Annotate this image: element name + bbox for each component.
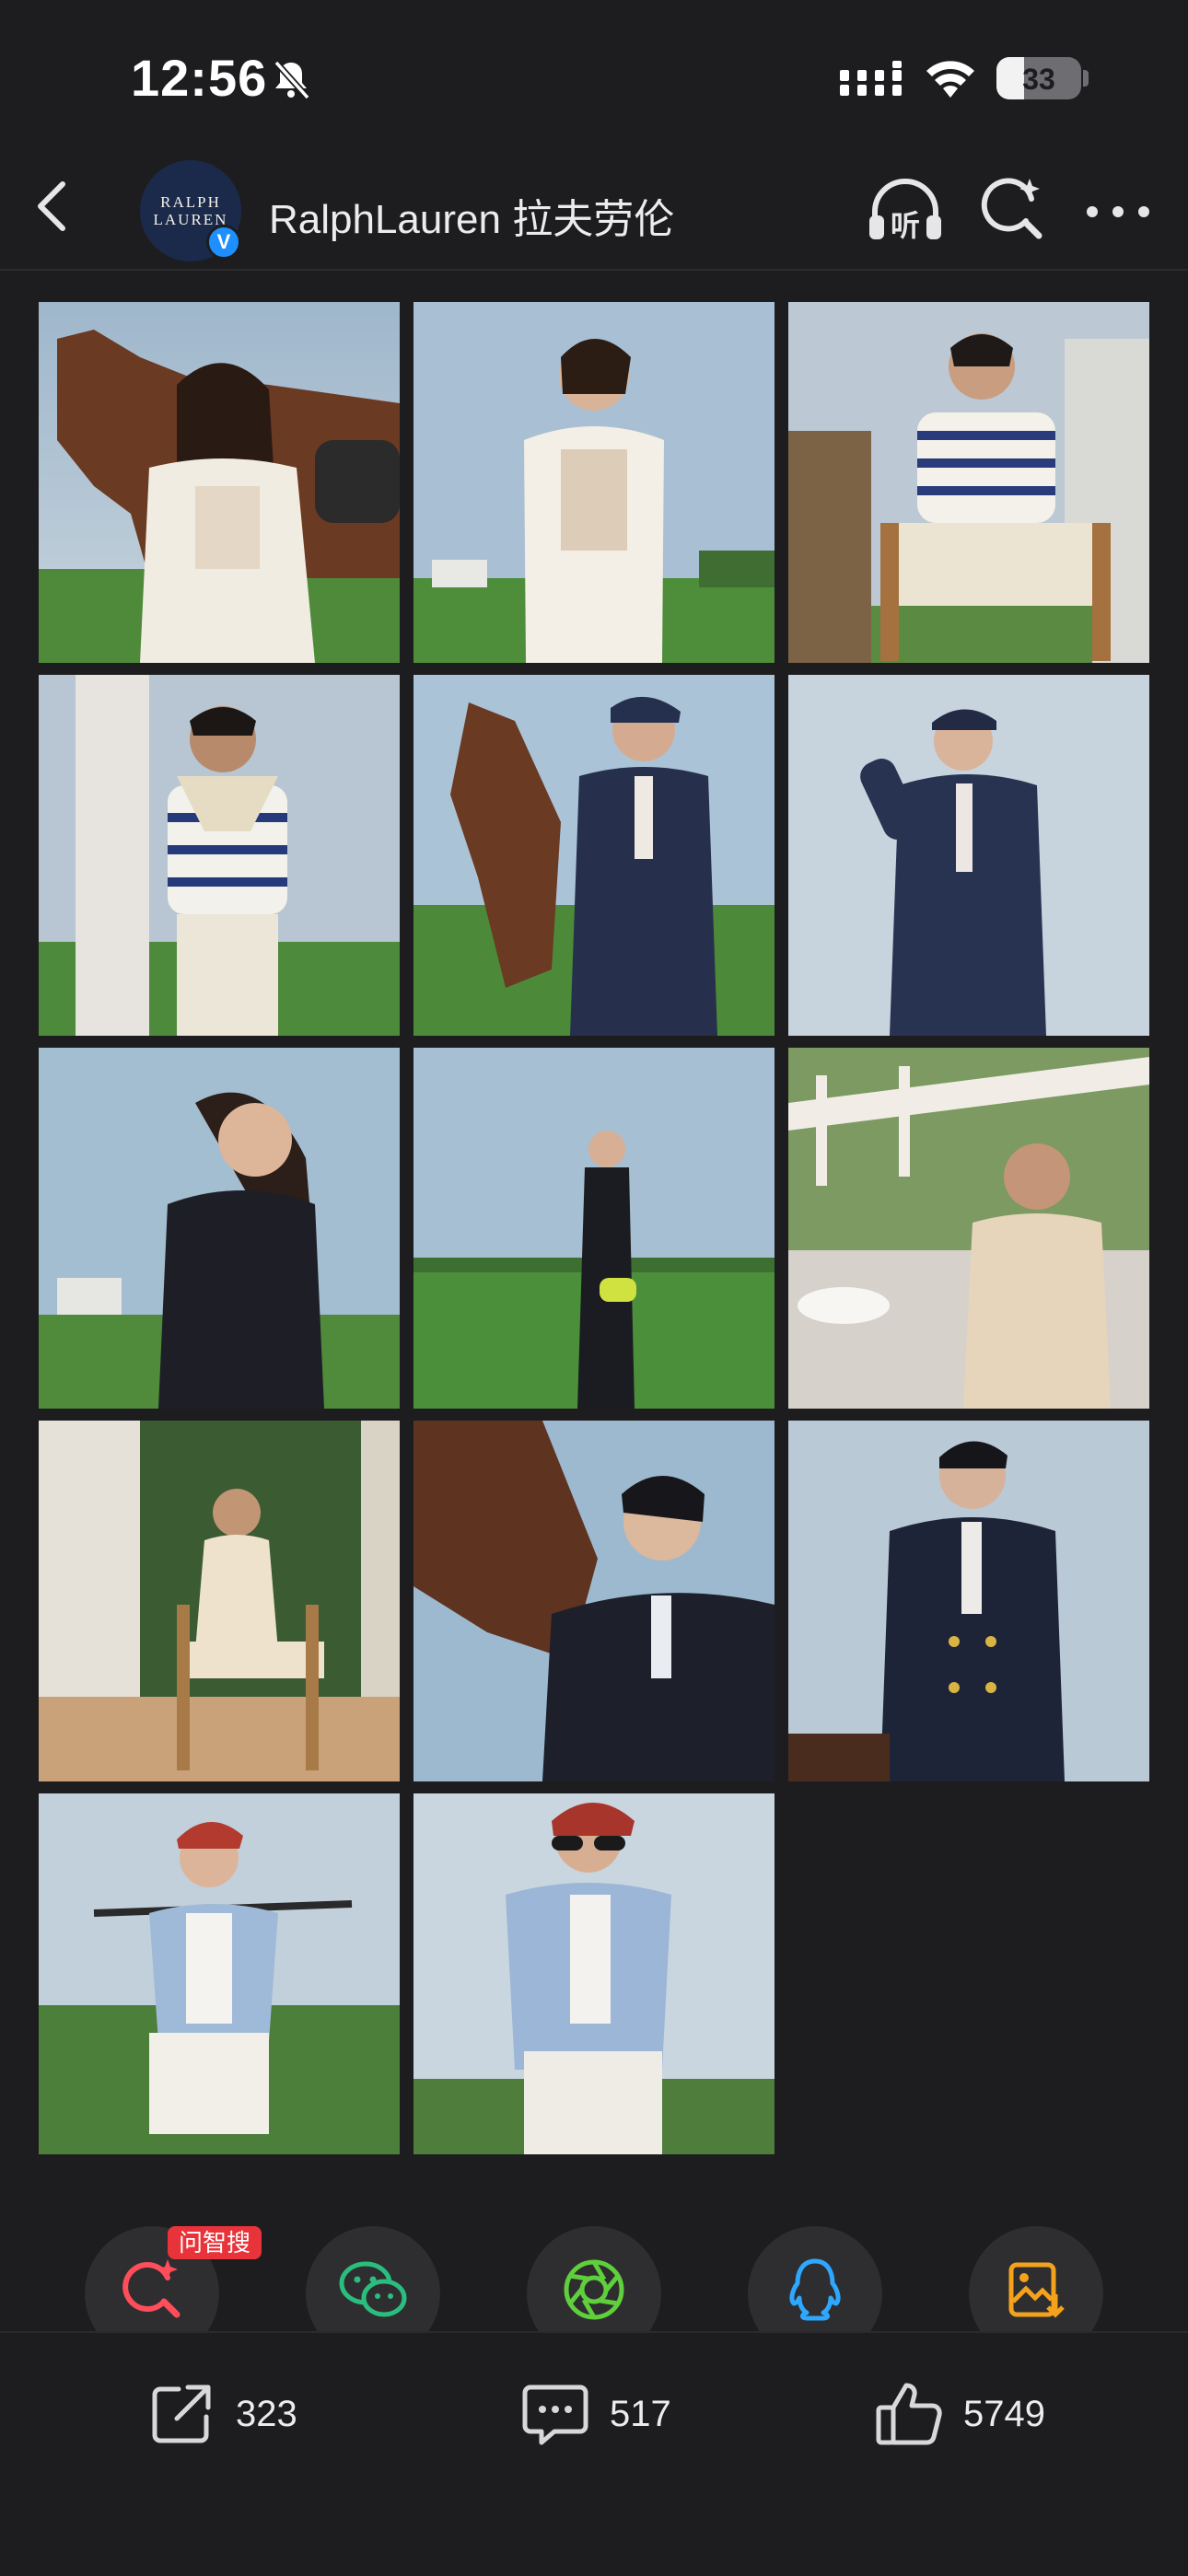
ai-search-button[interactable]	[978, 175, 1048, 245]
more-dots-icon	[1087, 206, 1149, 217]
photo-man-pinstripe-suit-horse[interactable]	[413, 675, 775, 1036]
moments-share-button[interactable]	[527, 2226, 661, 2331]
photo-man-knit-shirt-table[interactable]	[788, 1048, 1149, 1409]
battery-cap	[1083, 70, 1089, 87]
photo-man-striped-sweater-chair[interactable]	[788, 302, 1149, 663]
wifi-icon	[926, 61, 974, 98]
photo-man-pinstripe-suit-cap[interactable]	[788, 675, 1149, 1036]
listen-icon: 听	[869, 179, 941, 243]
wechat-share-button[interactable]	[306, 2226, 440, 2331]
save-image-icon	[1008, 2262, 1065, 2318]
thumbs-up-icon	[876, 2383, 942, 2445]
photo-woman-black-dress-field[interactable]	[413, 1048, 775, 1409]
more-button[interactable]	[1083, 184, 1153, 239]
comment-count: 517	[610, 2393, 671, 2434]
qq-share-button[interactable]	[748, 2226, 882, 2331]
wechat-icon	[339, 2261, 407, 2317]
photo-grid	[39, 302, 1149, 2154]
cellular-signal-icon	[840, 61, 902, 96]
like-action[interactable]: 5749	[873, 2375, 1045, 2453]
photo-woman-sunglasses-denim[interactable]	[413, 1793, 775, 2154]
nav-bar: RALPH LAUREN V RalphLauren 拉夫劳伦 听	[0, 157, 1188, 271]
back-arrow-icon	[38, 181, 65, 231]
bottom-action-bar: 323 517 5749	[0, 2331, 1188, 2576]
account-name[interactable]: RalphLauren 拉夫劳伦	[269, 186, 674, 245]
battery-percent: 33	[1022, 63, 1055, 96]
svg-text:听: 听	[891, 208, 920, 243]
share-icon	[152, 2385, 211, 2443]
comment-action[interactable]: 517	[519, 2375, 671, 2453]
photo-man-with-horse-closeup[interactable]	[413, 1421, 775, 1781]
status-bar: 12:56 33	[0, 0, 1188, 157]
comment-icon	[522, 2385, 588, 2445]
qq-icon	[789, 2258, 841, 2321]
moments-icon	[564, 2259, 624, 2320]
ai-search-icon	[981, 178, 1042, 239]
ai-search-share-icon	[122, 2259, 181, 2318]
battery-icon: 33	[996, 57, 1081, 99]
photo-woman-white-outfit-field[interactable]	[413, 302, 775, 663]
share-action[interactable]: 323	[146, 2375, 297, 2453]
ai-search-badge: 问智搜	[168, 2226, 262, 2259]
photo-man-striped-sweater-column[interactable]	[39, 675, 400, 1036]
photo-woman-polo-mallet[interactable]	[39, 1793, 400, 2154]
photo-man-seated-hedge[interactable]	[39, 1421, 400, 1781]
avatar-text-ralph: RALPH	[160, 193, 221, 211]
back-button[interactable]	[18, 173, 85, 239]
like-count: 5749	[963, 2393, 1045, 2434]
share-count: 323	[236, 2393, 297, 2434]
photo-woman-black-dress-portrait[interactable]	[39, 1048, 400, 1409]
photo-woman-with-horse[interactable]	[39, 302, 400, 663]
verified-badge: V	[206, 225, 241, 260]
bell-slash-icon	[274, 60, 310, 100]
listen-button[interactable]: 听	[866, 175, 945, 249]
photo-man-navy-blazer[interactable]	[788, 1421, 1149, 1781]
status-time: 12:56	[131, 49, 268, 107]
save-image-button[interactable]	[969, 2226, 1103, 2331]
